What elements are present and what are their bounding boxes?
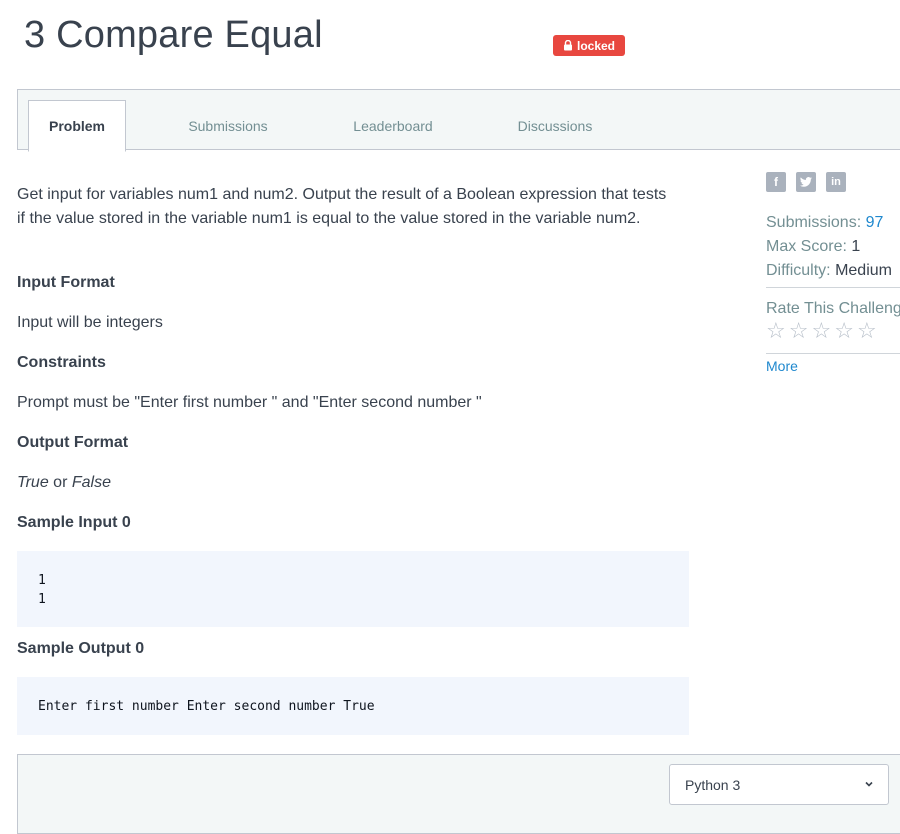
star-icon[interactable]: ☆ <box>766 320 786 342</box>
difficulty-label: Difficulty: <box>766 262 836 279</box>
problem-description: Get input for variables num1 and num2. O… <box>17 186 667 227</box>
star-icon[interactable]: ☆ <box>789 320 809 342</box>
rate-challenge-label: Rate This Challenge: <box>766 300 900 317</box>
sample-output-block: Enter first number Enter second number T… <box>17 677 689 735</box>
input-format-heading: Input Format <box>17 274 115 291</box>
star-icon[interactable]: ☆ <box>811 320 831 342</box>
submissions-count-link[interactable]: 97 <box>866 214 884 231</box>
output-format-heading: Output Format <box>17 434 129 451</box>
sample-input-line: 1 <box>38 592 46 607</box>
input-format-text: Input will be integers <box>17 314 163 331</box>
star-icon[interactable]: ☆ <box>834 320 854 342</box>
locked-badge: locked <box>553 35 625 56</box>
max-score-value: 1 <box>851 238 861 255</box>
difficulty-value: Medium <box>835 262 892 279</box>
sidebar-divider <box>766 353 900 354</box>
star-icon[interactable]: ☆ <box>857 320 877 342</box>
rating-stars: ☆ ☆ ☆ ☆ ☆ <box>766 320 877 342</box>
tab-leaderboard[interactable]: Leaderboard <box>323 100 463 151</box>
sample-input-heading: Sample Input 0 <box>17 514 131 531</box>
sample-output-heading: Sample Output 0 <box>17 640 145 657</box>
output-or: or <box>48 474 72 491</box>
chevron-down-icon <box>865 781 873 787</box>
linkedin-icon[interactable]: in <box>826 172 846 192</box>
lock-icon <box>563 40 572 51</box>
tab-discussions[interactable]: Discussions <box>485 100 625 151</box>
sample-input-line: 1 <box>38 573 46 588</box>
output-false: False <box>71 474 111 491</box>
constraints-heading: Constraints <box>17 354 106 371</box>
sidebar-divider <box>766 287 900 288</box>
sample-input-block: 1 1 <box>17 551 689 627</box>
locked-badge-label: locked <box>576 38 615 53</box>
constraints-text: Prompt must be "Enter first number " and… <box>17 394 482 411</box>
language-select[interactable]: Python 3 <box>669 764 889 805</box>
page-title: 3 Compare Equal <box>24 14 323 56</box>
max-score-label: Max Score: <box>766 238 852 255</box>
sample-output-line: Enter first number Enter second number T… <box>38 699 375 714</box>
tab-submissions[interactable]: Submissions <box>158 100 298 151</box>
difficulty-stat: Difficulty: Medium <box>766 262 892 280</box>
facebook-icon[interactable]: f <box>766 172 786 192</box>
output-true: True <box>17 474 49 491</box>
submissions-stat: Submissions: 97 <box>766 214 883 232</box>
tab-bar: Problem Submissions Leaderboard Discussi… <box>17 89 900 152</box>
tab-problem[interactable]: Problem <box>28 100 126 152</box>
output-format-text: True or False <box>17 474 111 492</box>
language-select-value: Python 3 <box>685 776 741 793</box>
more-link[interactable]: More <box>766 358 798 374</box>
submissions-label: Submissions: <box>766 214 866 231</box>
max-score-stat: Max Score: 1 <box>766 238 860 256</box>
twitter-icon[interactable] <box>796 172 816 192</box>
